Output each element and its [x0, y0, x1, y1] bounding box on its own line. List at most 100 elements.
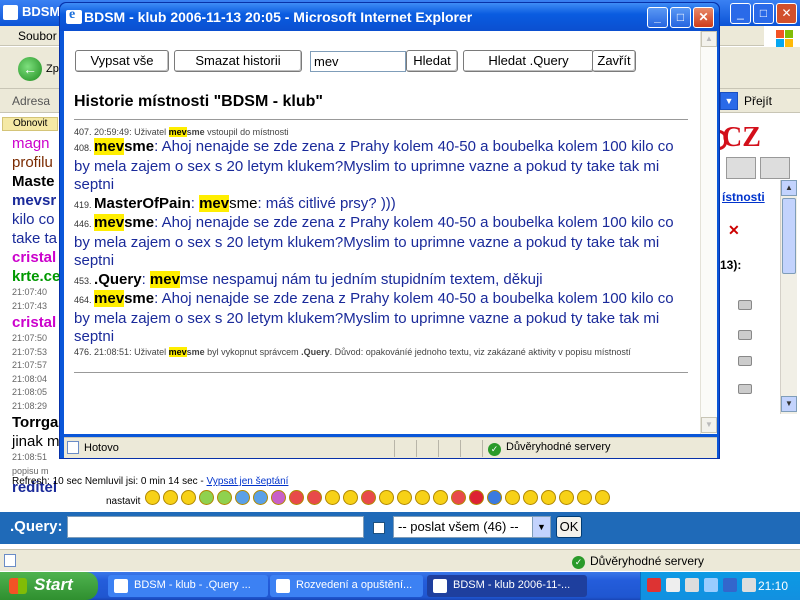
camera-icon[interactable]	[738, 330, 752, 340]
popup-scrollbar[interactable]: ▲ ▼	[700, 31, 717, 434]
message-input[interactable]	[67, 516, 364, 538]
go-button[interactable]: Přejít	[744, 94, 772, 108]
left-chat-line: mevsr	[12, 192, 57, 209]
entry-text: vstoupil do místnosti	[204, 127, 289, 137]
entry-number: 476.	[74, 346, 95, 357]
taskbar-item-label: BDSM - klub 2006-11-...	[453, 579, 571, 591]
smiley-icon[interactable]	[541, 490, 556, 505]
background-close-button[interactable]: ✕	[776, 3, 797, 24]
scroll-down-arrow-icon[interactable]: ▼	[701, 417, 717, 433]
smiley-icon[interactable]	[361, 490, 376, 505]
tray-icon[interactable]	[666, 578, 680, 592]
smiley-icon[interactable]	[559, 490, 574, 505]
scroll-down-arrow-icon[interactable]: ▼	[781, 396, 797, 412]
background-status-bar: ✓ Důvěryhodné servery	[0, 549, 800, 571]
history-popup-window: BDSM - klub 2006-11-13 20:05 - Microsoft…	[59, 2, 720, 459]
speaker-icon[interactable]	[742, 578, 756, 592]
shield-icon[interactable]	[723, 578, 737, 592]
smiley-icon[interactable]	[271, 490, 286, 505]
smiley-icon[interactable]	[523, 490, 538, 505]
smiley-icon[interactable]	[199, 490, 214, 505]
recipient-select[interactable]: -- poslat všem (46) -- ▼	[393, 516, 551, 538]
smiley-icon[interactable]	[343, 490, 358, 505]
close-button[interactable]: ✕	[693, 7, 714, 28]
start-button[interactable]: Start	[0, 572, 98, 600]
back-label[interactable]: Zp	[46, 63, 59, 75]
taskbar-item-active[interactable]: BDSM - klub 2006-11-...	[427, 575, 587, 597]
camera-icon[interactable]	[738, 356, 752, 366]
smiley-icon[interactable]	[415, 490, 430, 505]
rooms-link[interactable]: ístnosti	[722, 190, 765, 204]
taskbar-item[interactable]: Rozvedení a opuštění...	[270, 575, 423, 597]
right-scrollbar[interactable]: ▲ ▼	[780, 180, 797, 414]
whisper-checkbox[interactable]	[373, 522, 385, 534]
smiley-icon[interactable]	[577, 490, 592, 505]
whisper-only-link[interactable]: Vypsat jen šeptání	[207, 476, 289, 487]
check-icon: ✓	[488, 443, 501, 456]
search-button[interactable]: Hledat	[406, 50, 458, 72]
minimize-button[interactable]: _	[647, 7, 668, 28]
chevron-down-icon[interactable]: ▼	[532, 517, 550, 537]
heart-tab-icon[interactable]	[726, 157, 756, 179]
entry-text: :	[141, 270, 150, 288]
help-tab-icon[interactable]	[760, 157, 790, 179]
address-dropdown-icon[interactable]: ▼	[720, 92, 738, 110]
close-x-icon[interactable]: ✕	[728, 222, 740, 239]
background-maximize-button[interactable]: □	[753, 3, 774, 24]
smiley-icon[interactable]	[217, 490, 232, 505]
camera-icon[interactable]	[738, 384, 752, 394]
list-item: 419. MasterOfPain: mevsme: máš citlivé p…	[74, 194, 688, 215]
smiley-icon[interactable]	[325, 490, 340, 505]
entry-text: byl vykopnut správcem	[204, 346, 302, 357]
scroll-up-arrow-icon[interactable]: ▲	[781, 180, 797, 196]
background-minimize-button[interactable]: _	[730, 3, 751, 24]
smiley-icon[interactable]	[289, 490, 304, 505]
page-icon	[4, 554, 16, 567]
entry-number: 453.	[74, 275, 95, 286]
ie-icon	[66, 7, 82, 24]
entry-nick: sme	[124, 138, 155, 155]
clear-history-button[interactable]: Smazat historii	[174, 50, 302, 72]
send-ok-button[interactable]: OK	[556, 516, 582, 538]
smiley-icon[interactable]	[433, 490, 448, 505]
smiley-icon[interactable]	[487, 490, 502, 505]
tray-icon[interactable]	[685, 578, 699, 592]
network-icon[interactable]	[704, 578, 718, 592]
refresh-button[interactable]: Obnovit	[2, 117, 58, 131]
smiley-icon[interactable]	[397, 490, 412, 505]
smiley-icon[interactable]	[253, 490, 268, 505]
tray-icon[interactable]	[647, 578, 661, 592]
menu-file[interactable]: Soubor	[18, 29, 57, 43]
smiley-icon[interactable]	[595, 490, 610, 505]
smiley-icon[interactable]	[145, 490, 160, 505]
list-item: 446. mevsme: Ahoj nenajde se zde zena z …	[74, 214, 688, 271]
maximize-button[interactable]: □	[670, 7, 691, 28]
smiley-icon[interactable]	[379, 490, 394, 505]
camera-icon[interactable]	[738, 300, 752, 310]
history-search-input[interactable]: mev	[310, 51, 406, 72]
search-query-button[interactable]: Hledat .Query	[463, 50, 594, 72]
site-logo: CZ	[714, 122, 761, 153]
smiley-icon[interactable]	[163, 490, 178, 505]
scroll-thumb[interactable]	[782, 198, 796, 274]
left-chat-line: cristal	[12, 314, 57, 331]
list-all-button[interactable]: Vypsat vše	[75, 50, 169, 72]
left-chat-line: 21:07:57	[12, 360, 48, 370]
smiley-icon[interactable]	[469, 490, 484, 505]
search-highlight: mev	[94, 138, 125, 155]
scroll-up-arrow-icon[interactable]: ▲	[701, 31, 717, 47]
taskbar-item[interactable]: BDSM - klub - .Query ...	[108, 575, 268, 597]
smiley-icon[interactable]	[235, 490, 250, 505]
settings-label[interactable]: nastavit	[106, 496, 140, 507]
smiley-icon[interactable]	[181, 490, 196, 505]
smiley-icon[interactable]	[451, 490, 466, 505]
left-chat-line: 21:07:50	[12, 333, 48, 343]
left-chat-line: 21:08:29	[12, 400, 48, 411]
windows-flag-icon	[9, 578, 27, 594]
divider	[460, 440, 461, 457]
close-history-button[interactable]: Zavřít	[592, 50, 636, 72]
smiley-icon[interactable]	[505, 490, 520, 505]
smiley-icon[interactable]	[307, 490, 322, 505]
back-arrow-icon[interactable]: ←	[18, 57, 42, 81]
left-chat-line: jinak m	[12, 433, 60, 450]
